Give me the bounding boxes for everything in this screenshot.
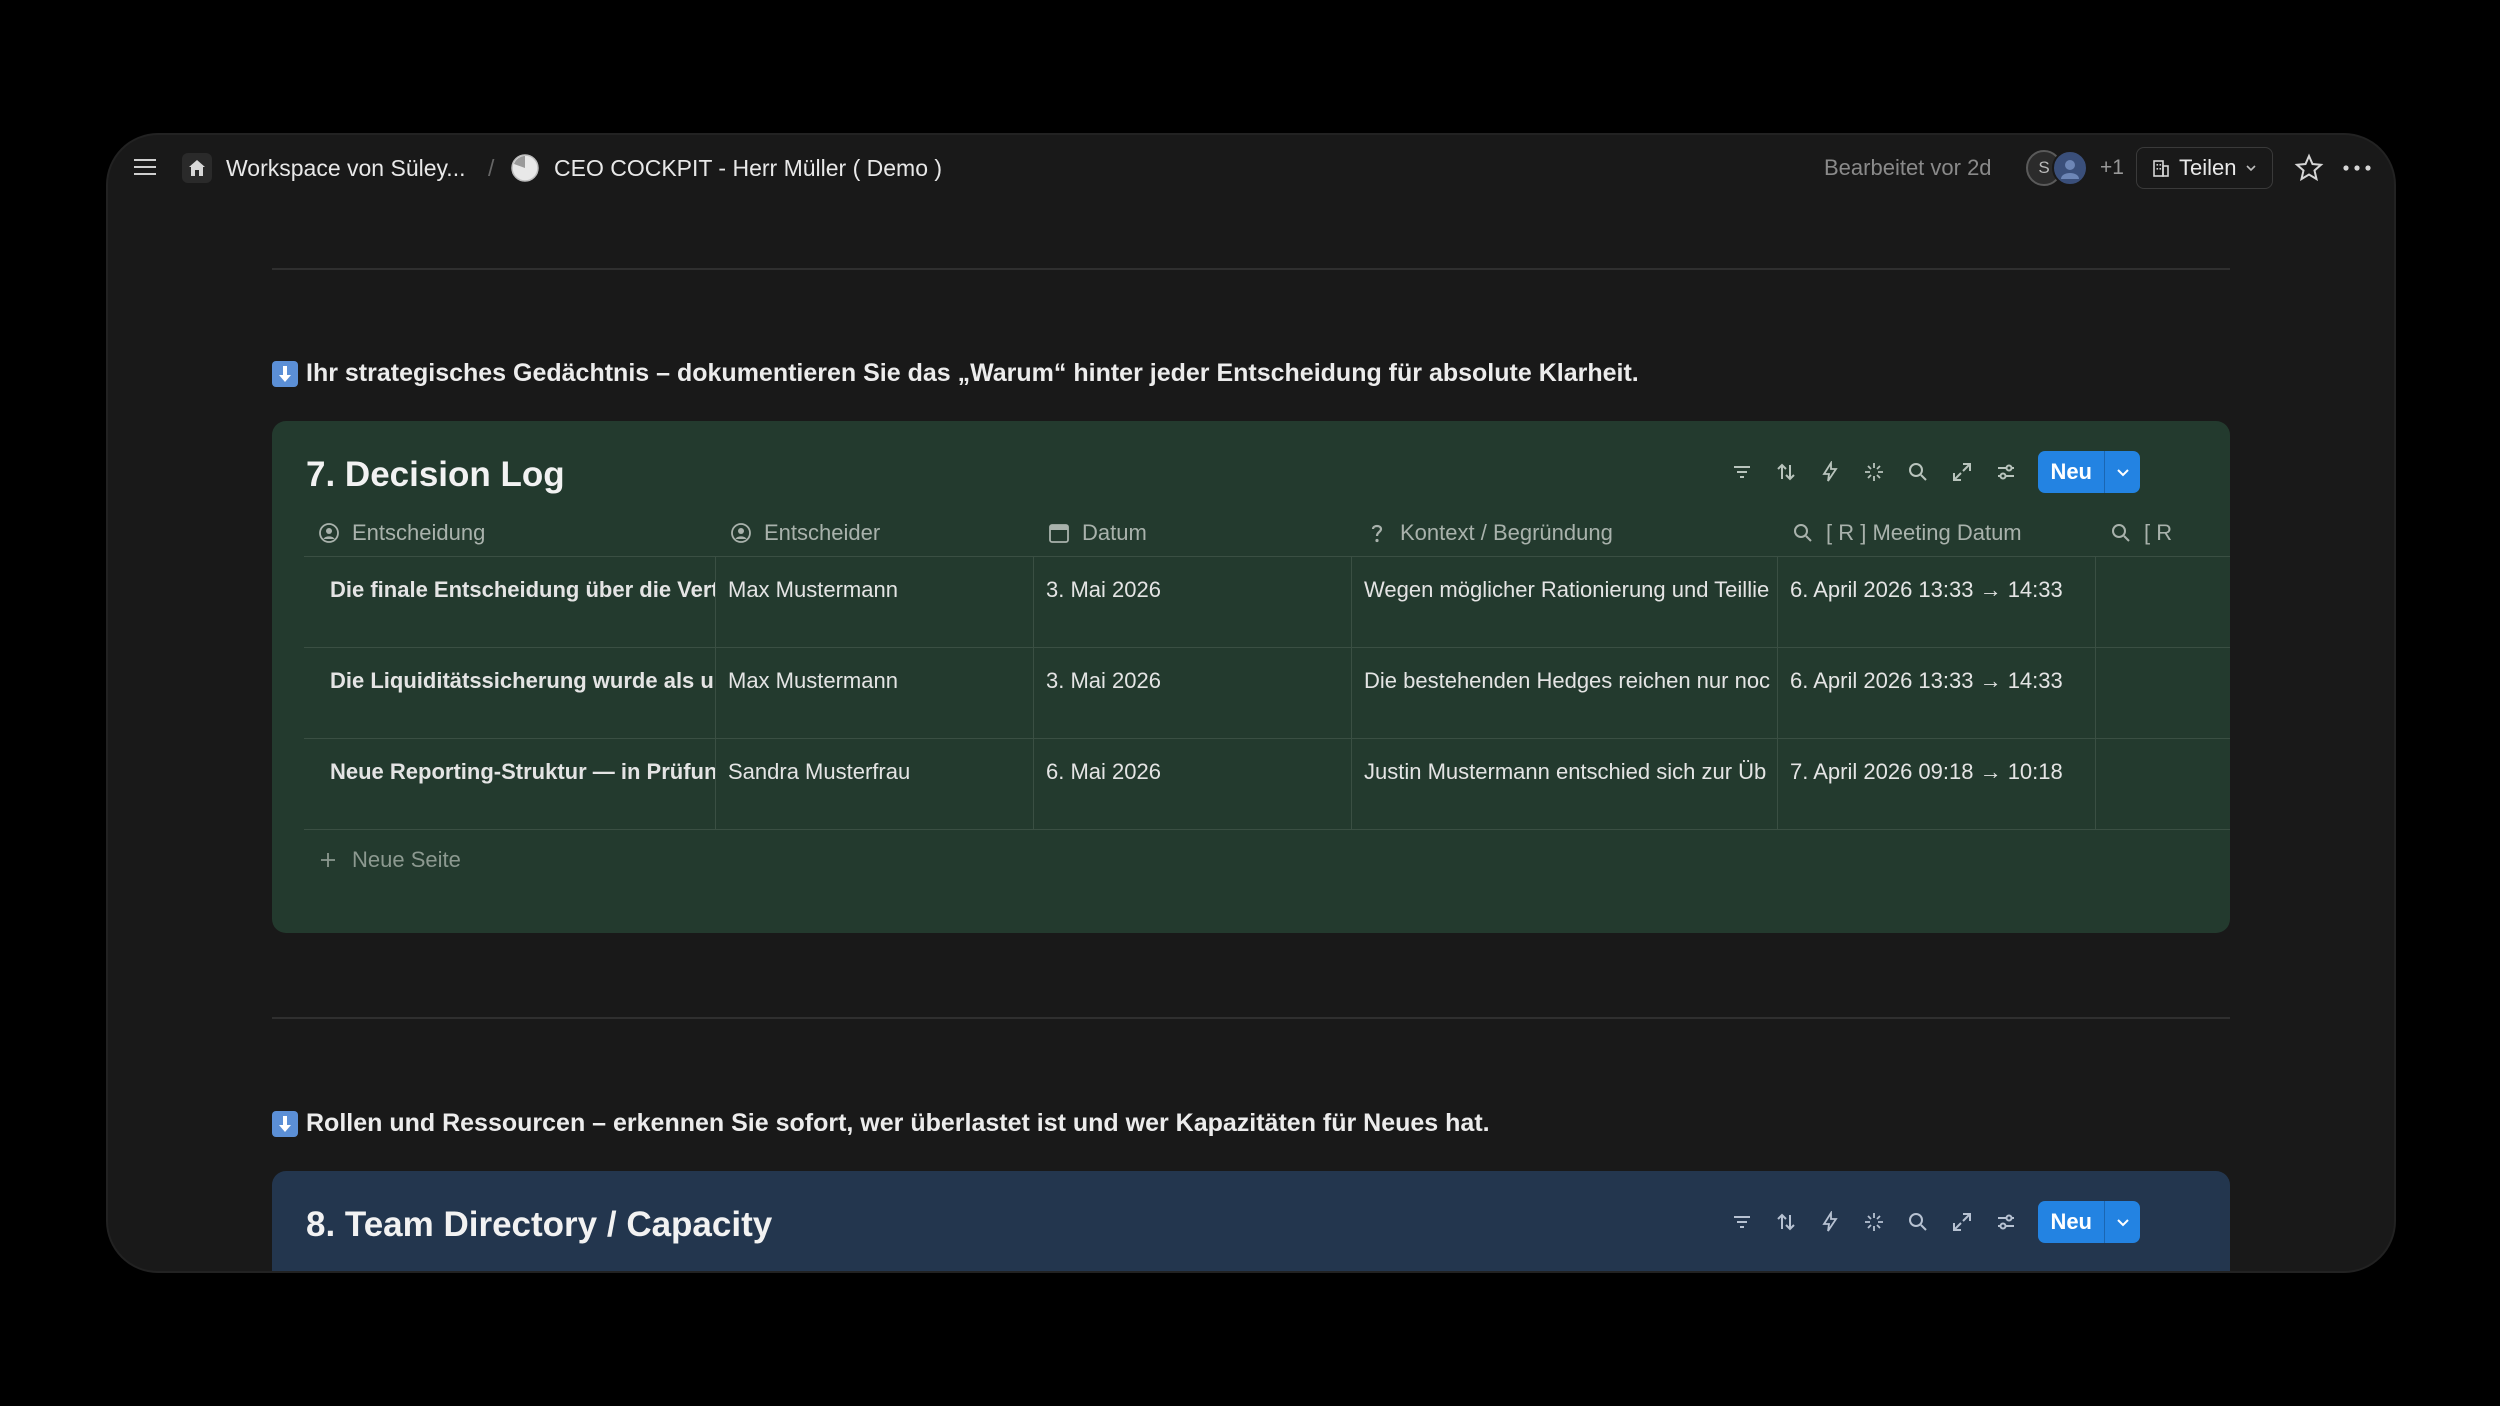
chevron-down-icon xyxy=(2116,469,2129,477)
building-icon xyxy=(2153,160,2169,177)
row-meeting-cell[interactable]: 6. April 2026 13:33 → 14:33 xyxy=(1778,557,2096,647)
new-button[interactable]: Neu xyxy=(2038,451,2104,493)
row-owner-cell[interactable]: Max Mustermann xyxy=(716,557,1034,647)
chevron-down-icon xyxy=(2116,1219,2129,1227)
person-icon xyxy=(319,522,339,543)
row-owner-cell[interactable]: Max Mustermann xyxy=(716,648,1034,738)
filter-icon[interactable] xyxy=(1720,1202,1764,1242)
row-date-cell[interactable]: 6. Mai 2026 xyxy=(1034,739,1352,829)
row-meeting-cell[interactable]: 6. April 2026 13:33 → 14:33 xyxy=(1778,648,2096,738)
page-title: CEO COCKPIT - Herr Müller ( Demo ) xyxy=(554,154,943,181)
breadcrumb-page[interactable]: CEO COCKPIT - Herr Müller ( Demo ) xyxy=(510,151,942,185)
sparkle-icon[interactable] xyxy=(1852,452,1896,492)
divider xyxy=(272,1017,2230,1019)
row-owner-cell[interactable]: Sandra Musterfrau xyxy=(716,739,1034,829)
search-icon[interactable] xyxy=(1896,1202,1940,1242)
breadcrumb-separator: / xyxy=(488,154,495,181)
chevron-down-icon xyxy=(2246,165,2257,172)
app-window: Workspace von Süley... / CEO COCKPIT - H… xyxy=(108,135,2394,1271)
clock-icon xyxy=(511,154,539,182)
share-button[interactable]: Teilen xyxy=(2136,147,2274,189)
avatar-photo xyxy=(2052,150,2088,186)
share-label: Teilen xyxy=(2179,155,2237,180)
decision-log-table: Entscheidung Entscheider Datum Kontext /… xyxy=(304,509,2230,890)
home-icon xyxy=(182,153,212,183)
row-title-cell[interactable]: Neue Reporting-Struktur — in Prüfung xyxy=(304,739,716,829)
lightning-icon[interactable] xyxy=(1808,1202,1852,1242)
more-options-icon[interactable] xyxy=(2340,153,2374,183)
new-dropdown-button[interactable] xyxy=(2104,451,2140,493)
top-bar: Workspace von Süley... / CEO COCKPIT - H… xyxy=(108,135,2394,199)
team-directory-toolbar: Neu xyxy=(1720,1201,2140,1243)
column-header-meeting-datum[interactable]: [ R ] Meeting Datum xyxy=(1778,509,2096,556)
divider xyxy=(272,268,2230,270)
avatar-more-count: +1 xyxy=(2100,156,2124,179)
sort-icon[interactable] xyxy=(1764,1202,1808,1242)
row-rollup-cell[interactable] xyxy=(2096,648,2230,738)
plus-icon xyxy=(321,853,335,867)
section7-callout: Ihr strategisches Gedächtnis – dokumenti… xyxy=(272,359,1639,388)
filter-icon[interactable] xyxy=(1720,452,1764,492)
column-header-entscheidung[interactable]: Entscheidung xyxy=(304,509,716,556)
search-icon[interactable] xyxy=(1896,452,1940,492)
search-icon xyxy=(1794,523,1812,542)
column-header-datum[interactable]: Datum xyxy=(1034,509,1352,556)
table-header: Entscheidung Entscheider Datum Kontext /… xyxy=(304,509,2230,557)
question-icon xyxy=(1371,524,1383,542)
table-row[interactable]: Neue Reporting-Struktur — in Prüfung San… xyxy=(304,739,2230,830)
row-title-cell[interactable]: Die finale Entscheidung über die Vertei xyxy=(304,557,716,647)
star-icon[interactable] xyxy=(2294,153,2324,183)
section7-callout-text: Ihr strategisches Gedächtnis – dokumenti… xyxy=(306,359,1639,387)
new-dropdown-button[interactable] xyxy=(2104,1201,2140,1243)
column-header-rollup[interactable]: [ R xyxy=(2096,509,2230,556)
row-title-cell[interactable]: Die Liquiditätssicherung wurde als unte xyxy=(304,648,716,738)
row-meeting-cell[interactable]: 7. April 2026 09:18 → 10:18 xyxy=(1778,739,2096,829)
sparkle-icon[interactable] xyxy=(1852,1202,1896,1242)
decision-log-title[interactable]: 7. Decision Log xyxy=(306,455,565,495)
row-context-cell[interactable]: Justin Mustermann entschied sich zur Üb xyxy=(1352,739,1778,829)
edited-status: Bearbeitet vor 2d xyxy=(1824,155,1992,180)
row-date-cell[interactable]: 3. Mai 2026 xyxy=(1034,648,1352,738)
decision-log-database: 7. Decision Log Neu Entscheidung Entsche… xyxy=(272,421,2230,933)
settings-sliders-icon[interactable] xyxy=(1984,1202,2028,1242)
arrow-down-icon xyxy=(272,1110,298,1137)
table-row[interactable]: Die Liquiditätssicherung wurde als unte … xyxy=(304,648,2230,739)
new-page-row[interactable]: Neue Seite xyxy=(304,830,2230,890)
sort-icon[interactable] xyxy=(1764,452,1808,492)
collaborators[interactable]: S +1 xyxy=(2026,150,2124,186)
lightning-icon[interactable] xyxy=(1808,452,1852,492)
breadcrumb-workspace[interactable]: Workspace von Süley... xyxy=(182,151,465,185)
row-context-cell[interactable]: Die bestehenden Hedges reichen nur noc xyxy=(1352,648,1778,738)
column-header-kontext[interactable]: Kontext / Begründung xyxy=(1352,509,1778,556)
row-context-cell[interactable]: Wegen möglicher Rationierung und Teillie xyxy=(1352,557,1778,647)
team-directory-title[interactable]: 8. Team Directory / Capacity xyxy=(306,1205,772,1245)
menu-icon[interactable] xyxy=(132,154,158,180)
search-icon xyxy=(2112,523,2130,542)
workspace-label: Workspace von Süley... xyxy=(226,154,466,181)
team-directory-database: 8. Team Directory / Capacity Neu xyxy=(272,1171,2230,1271)
section8-callout-text: Rollen und Ressourcen – erkennen Sie sof… xyxy=(306,1109,1490,1137)
decision-log-toolbar: Neu xyxy=(1720,451,2140,493)
column-header-entscheider[interactable]: Entscheider xyxy=(716,509,1034,556)
calendar-icon xyxy=(1049,523,1069,543)
row-rollup-cell[interactable] xyxy=(2096,739,2230,829)
new-button[interactable]: Neu xyxy=(2038,1201,2104,1243)
expand-icon[interactable] xyxy=(1940,452,1984,492)
row-date-cell[interactable]: 3. Mai 2026 xyxy=(1034,557,1352,647)
section8-callout: Rollen und Ressourcen – erkennen Sie sof… xyxy=(272,1109,1490,1138)
row-rollup-cell[interactable] xyxy=(2096,557,2230,647)
table-row[interactable]: Die finale Entscheidung über die Vertei … xyxy=(304,557,2230,648)
new-button-group: Neu xyxy=(2038,451,2140,493)
arrow-down-icon xyxy=(272,360,298,387)
new-button-group: Neu xyxy=(2038,1201,2140,1243)
expand-icon[interactable] xyxy=(1940,1202,1984,1242)
settings-sliders-icon[interactable] xyxy=(1984,452,2028,492)
person-icon xyxy=(731,522,751,543)
